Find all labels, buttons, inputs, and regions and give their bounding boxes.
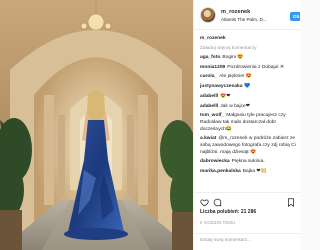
caption: m_rozenek <box>200 36 295 43</box>
list-item: marika.penkalska Bajka ❤💥 <box>200 169 295 176</box>
comment-icon[interactable] <box>213 198 222 209</box>
heart-icon[interactable] <box>200 198 209 209</box>
action-bar <box>194 192 300 210</box>
comment-input[interactable] <box>200 238 300 243</box>
add-comment-bar <box>194 233 300 250</box>
list-item: adabelll 😍❤ <box>200 94 295 101</box>
list-item: carola_ Ale pięknie! 😍 <box>200 74 295 81</box>
post-header: m_rozenek Atlantis The Palm, D... Ob <box>194 0 300 30</box>
likes-number: 21 286 <box>240 209 257 215</box>
comments-list: m_rozenek Załaduj więcej komentarzy aga_… <box>194 36 300 179</box>
comment-username[interactable]: marika.penkalska <box>200 169 241 174</box>
location-link[interactable]: Atlantis The Palm, D... <box>221 17 267 22</box>
avatar[interactable] <box>200 7 216 23</box>
comment-text: Bogini 😍 <box>222 54 244 60</box>
comment-text: Jak w bajce❤ <box>220 103 250 109</box>
comment-username[interactable]: tom_wolf_ <box>200 113 224 118</box>
comment-username[interactable]: a.kwiat <box>200 136 216 141</box>
list-item: adabelll Jak w bajce❤ <box>200 104 295 111</box>
comment-username[interactable]: carola_ <box>200 74 217 79</box>
bookmark-icon[interactable] <box>287 198 295 209</box>
comment-text: Bajka ❤💥 <box>242 169 267 175</box>
likes-count[interactable]: Liczba polubień: 21 286 <box>200 209 256 215</box>
comment-text: 💙 <box>244 84 251 90</box>
list-item: tom_wolf_ Małgosiu tyle pracujesz czy Rad… <box>200 113 300 133</box>
comment-username[interactable]: aga_foto <box>200 55 220 60</box>
list-item: monia1209 Pozdrowienia z Dubajul ☀ <box>200 65 295 72</box>
list-item: a.kwiat @m_rozenek w podróże zabierz ze s… <box>200 136 300 156</box>
load-more-comments-link[interactable]: Załaduj więcej komentarzy <box>200 46 295 51</box>
username-link[interactable]: m_rozenek <box>221 9 250 15</box>
comment-username[interactable]: dabrowiecka <box>200 159 230 164</box>
caption-username[interactable]: m_rozenek <box>200 36 226 41</box>
comment-text: Ale pięknie! 😍 <box>219 74 252 80</box>
likes-label: Liczba polubień: <box>200 209 240 215</box>
follow-button[interactable]: Ob <box>290 12 300 21</box>
list-item: justynawyczesaka 💙 <box>200 84 295 91</box>
comment-text: Pozdrowienia z Dubajul ☀ <box>227 64 285 70</box>
photo-scene <box>0 0 193 250</box>
comment-username[interactable]: monia1209 <box>200 65 225 70</box>
post-sidebar: m_rozenek Atlantis The Palm, D... Ob m_r… <box>193 0 300 250</box>
comment-text: Piękna sukinia.. <box>231 159 266 165</box>
post-photo[interactable] <box>0 0 193 250</box>
list-item: aga_foto Bogini 😍 <box>200 55 295 62</box>
comment-text: 😍❤ <box>220 93 231 99</box>
list-item: dabrowiecka Piękna sukinia.. <box>200 159 295 166</box>
comment-username[interactable]: justynawyczesaka <box>200 84 242 89</box>
comment-username[interactable]: adabelll <box>200 104 218 109</box>
post-date: 5 GODZIN TEMU <box>200 220 236 225</box>
comment-username[interactable]: adabelll <box>200 94 218 99</box>
